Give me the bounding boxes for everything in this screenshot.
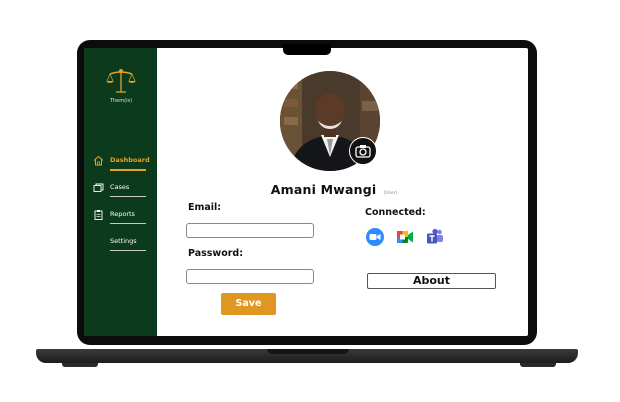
sidebar-item-settings[interactable]: Settings <box>93 233 149 251</box>
camera-icon <box>355 145 371 158</box>
folders-icon <box>93 183 104 192</box>
sidebar-item-label: Settings <box>110 237 137 245</box>
email-label: Email: <box>188 202 222 213</box>
laptop-trackpad-notch <box>267 349 349 354</box>
zoom-icon[interactable] <box>365 227 385 247</box>
laptop-foot-right <box>520 363 556 367</box>
email-field[interactable] <box>186 223 314 238</box>
divider <box>110 250 146 251</box>
sidebar-item-label: Dashboard <box>110 156 150 164</box>
clipboard-icon <box>94 210 103 220</box>
active-underline <box>110 169 146 171</box>
sidebar-item-reports[interactable]: Reports <box>93 206 149 224</box>
password-label: Password: <box>188 248 244 259</box>
save-button[interactable]: Save <box>221 293 276 315</box>
teams-icon[interactable] <box>425 227 445 247</box>
about-button[interactable]: About <box>367 273 496 289</box>
sidebar: Them(is) Dashboard Cases Reports Setting… <box>84 48 157 336</box>
divider <box>110 223 146 224</box>
app-screen: Them(is) Dashboard Cases Reports Setting… <box>84 48 528 336</box>
sidebar-item-cases[interactable]: Cases <box>93 179 149 197</box>
profile-name-row: Amani Mwangi (User) <box>234 179 434 198</box>
scales-of-justice-logo <box>106 69 136 93</box>
camera-notch <box>283 44 331 55</box>
laptop-foot-left <box>62 363 98 367</box>
connected-label: Connected: <box>365 207 426 218</box>
profile-role: (User) <box>383 191 398 196</box>
sidebar-item-label: Reports <box>110 210 135 218</box>
sidebar-item-dashboard[interactable]: Dashboard <box>93 152 150 171</box>
home-icon <box>93 155 104 166</box>
divider <box>110 196 146 197</box>
google-meet-icon[interactable] <box>395 227 415 247</box>
sidebar-item-label: Cases <box>110 183 130 191</box>
password-field[interactable] <box>186 269 314 284</box>
change-photo-button[interactable] <box>349 137 377 165</box>
profile-name: Amani Mwangi <box>270 182 377 197</box>
brand-name: Them(is) <box>109 98 133 104</box>
